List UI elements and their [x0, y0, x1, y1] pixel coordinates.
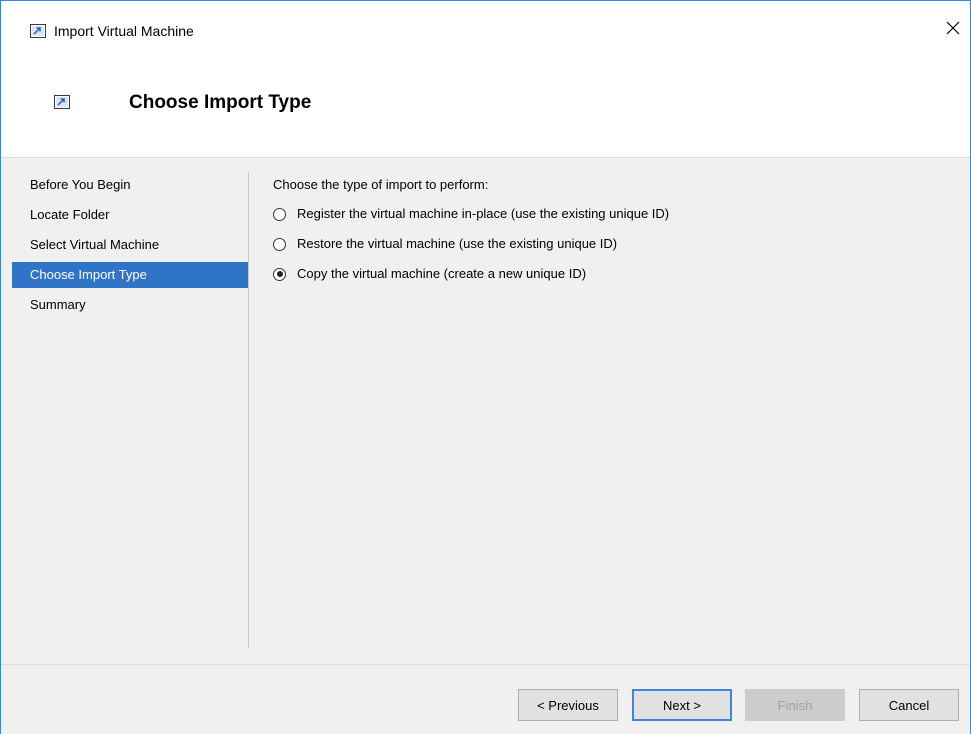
radio-restore[interactable] — [273, 237, 286, 251]
nav-item-locate-folder[interactable]: Locate Folder — [12, 202, 248, 228]
close-icon — [946, 21, 960, 40]
nav-item-select-virtual-machine[interactable]: Select Virtual Machine — [12, 232, 248, 258]
nav-item-summary[interactable]: Summary — [12, 292, 248, 318]
previous-button[interactable]: < Previous — [518, 689, 618, 721]
option-register-in-place[interactable]: Register the virtual machine in-place (u… — [273, 203, 953, 225]
wizard-header: Choose Import Type — [1, 65, 970, 149]
wizard-steps-nav: Before You Begin Locate Folder Select Vi… — [12, 172, 248, 322]
import-vm-dialog: Import Virtual Machine Choose Import Typ… — [0, 0, 971, 734]
option-restore[interactable]: Restore the virtual machine (use the exi… — [273, 233, 953, 255]
next-button[interactable]: Next > — [632, 689, 732, 721]
radio-register-in-place[interactable] — [273, 207, 286, 221]
import-vm-icon — [30, 24, 46, 38]
option-label[interactable]: Copy the virtual machine (create a new u… — [297, 265, 586, 283]
import-vm-icon — [54, 95, 70, 109]
option-copy[interactable]: Copy the virtual machine (create a new u… — [273, 263, 953, 285]
wizard-footer: < Previous Next > Finish Cancel — [1, 664, 970, 734]
import-type-panel: Choose the type of import to perform: Re… — [273, 176, 953, 293]
import-type-prompt: Choose the type of import to perform: — [273, 177, 489, 192]
title-bar: Import Virtual Machine — [1, 1, 970, 65]
cancel-button[interactable]: Cancel — [859, 689, 959, 721]
option-label[interactable]: Restore the virtual machine (use the exi… — [297, 235, 617, 253]
nav-item-choose-import-type[interactable]: Choose Import Type — [12, 262, 248, 288]
wizard-content: Before You Begin Locate Folder Select Vi… — [1, 157, 970, 664]
finish-button: Finish — [745, 689, 845, 721]
nav-item-before-you-begin[interactable]: Before You Begin — [12, 172, 248, 198]
nav-divider — [248, 172, 249, 648]
window-title: Import Virtual Machine — [54, 23, 194, 39]
close-button[interactable] — [938, 15, 968, 45]
radio-copy[interactable] — [273, 267, 286, 281]
option-label[interactable]: Register the virtual machine in-place (u… — [297, 205, 669, 223]
page-title: Choose Import Type — [129, 92, 312, 113]
